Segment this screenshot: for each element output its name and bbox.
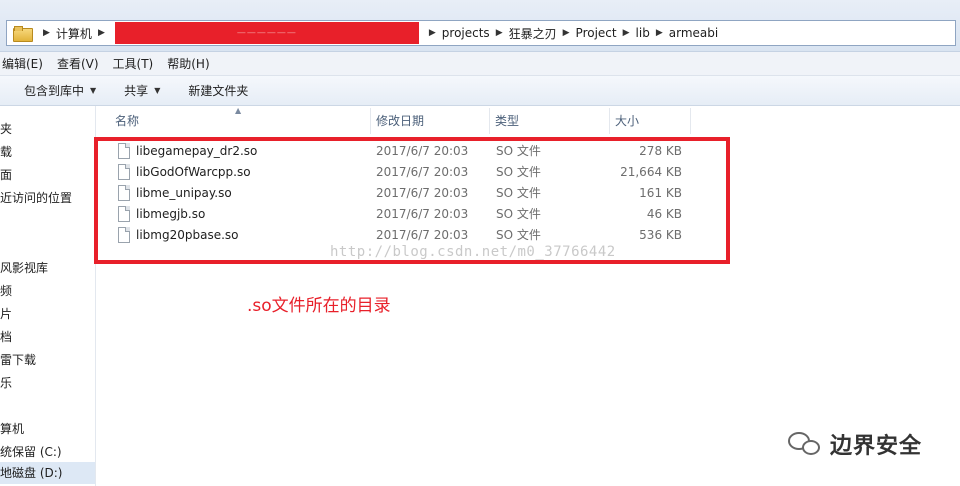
redacted-text: —————— (236, 28, 297, 38)
nav-item-video-library[interactable]: 风影视库 (0, 259, 48, 276)
chevron-right-icon[interactable]: ▶ (496, 28, 503, 38)
watermark-url: http://blog.csdn.net/m0_37766442 (330, 244, 616, 260)
chevron-right-icon[interactable]: ▶ (656, 28, 663, 38)
breadcrumb-lib[interactable]: lib (636, 26, 650, 40)
chevron-right-icon[interactable]: ▶ (563, 28, 570, 38)
nav-item-thunder-downloads[interactable]: 雷下载 (0, 351, 36, 368)
address-bar-area: ▶ 计算机 ▶ —————— ▶ projects ▶ 狂暴之刃 ▶ Proje… (0, 0, 960, 52)
column-divider[interactable] (370, 108, 371, 134)
nav-item-favorites[interactable]: 夹 (0, 120, 12, 137)
nav-item-drive-c[interactable]: 统保留 (C:) (0, 443, 62, 460)
caret-down-icon: ▼ (154, 86, 161, 95)
new-folder-label: 新建文件夹 (188, 84, 249, 98)
menu-view[interactable]: 查看(V) (57, 55, 99, 72)
navigation-pane: 夹 载 面 近访问的位置 风影视库 频 片 档 雷下载 乐 算机 统保留 (C:… (0, 106, 96, 486)
nav-item-drive-d[interactable]: 地磁盘 (D:) (0, 462, 95, 484)
include-library-label: 包含到库中 (24, 84, 85, 98)
folder-icon (13, 26, 33, 42)
wechat-watermark: 边界安全 (788, 428, 922, 460)
share-button[interactable]: 共享 ▼ (124, 82, 160, 99)
menu-help[interactable]: 帮助(H) (167, 55, 209, 72)
column-divider[interactable] (690, 108, 691, 134)
chevron-right-icon[interactable]: ▶ (98, 28, 105, 38)
breadcrumb-project[interactable]: Project (576, 26, 617, 40)
menu-edit[interactable]: 编辑(E) (2, 55, 43, 72)
column-divider[interactable] (609, 108, 610, 134)
chevron-right-icon[interactable]: ▶ (623, 28, 630, 38)
nav-item-pictures[interactable]: 片 (0, 305, 12, 322)
address-bar[interactable]: ▶ 计算机 ▶ —————— ▶ projects ▶ 狂暴之刃 ▶ Proje… (6, 20, 956, 46)
caret-down-icon: ▼ (90, 86, 97, 95)
nav-item-computer[interactable]: 算机 (0, 420, 24, 437)
include-library-button[interactable]: 包含到库中 ▼ (24, 82, 96, 99)
redacted-path: —————— (114, 22, 419, 44)
nav-item-downloads[interactable]: 载 (0, 143, 12, 160)
breadcrumb-computer[interactable]: 计算机 (56, 25, 92, 42)
nav-item-desktop[interactable]: 面 (0, 166, 12, 183)
nav-item-documents[interactable]: 档 (0, 328, 12, 345)
toolbar: 包含到库中 ▼ 共享 ▼ 新建文件夹 (0, 76, 960, 106)
nav-item-videos[interactable]: 频 (0, 282, 12, 299)
nav-item-music[interactable]: 乐 (0, 374, 12, 391)
breadcrumb-armeabi[interactable]: armeabi (669, 26, 718, 40)
nav-item-recent-places[interactable]: 近访问的位置 (0, 189, 72, 206)
share-label: 共享 (124, 84, 149, 98)
column-header-type[interactable]: 类型 (495, 108, 519, 134)
column-header-name[interactable]: 名称 (115, 108, 139, 134)
new-folder-button[interactable]: 新建文件夹 (188, 82, 248, 99)
menu-bar: 编辑(E) 查看(V) 工具(T) 帮助(H) (0, 52, 960, 76)
menu-tools[interactable]: 工具(T) (113, 55, 154, 72)
column-divider[interactable] (489, 108, 490, 134)
sort-arrow-icon: ▲ (235, 106, 242, 115)
breadcrumb-game[interactable]: 狂暴之刃 (509, 25, 557, 42)
breadcrumb-projects[interactable]: projects (442, 26, 490, 40)
chevron-right-icon[interactable]: ▶ (429, 28, 436, 38)
wechat-label: 边界安全 (830, 434, 923, 459)
column-header-size[interactable]: 大小 (615, 108, 639, 134)
column-header-modified[interactable]: 修改日期 (376, 108, 424, 134)
chevron-right-icon[interactable]: ▶ (43, 28, 50, 38)
wechat-icon (788, 430, 824, 458)
annotation-text: .so文件所在的目录 (247, 296, 391, 316)
